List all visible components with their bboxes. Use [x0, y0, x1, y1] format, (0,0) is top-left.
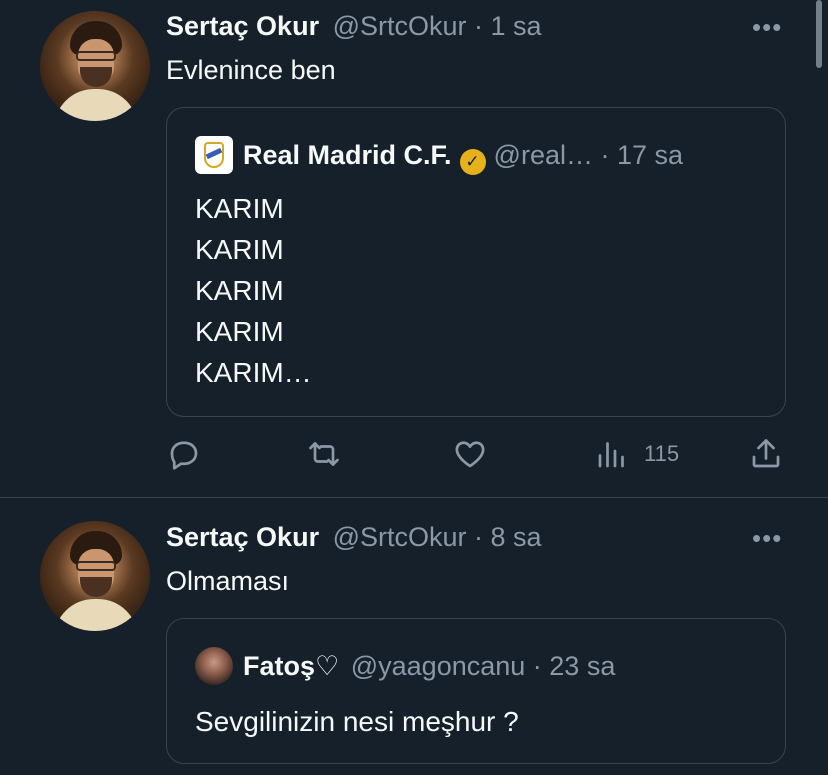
more-options-icon[interactable]: •••: [752, 12, 782, 43]
quote-time: 17 sa: [616, 140, 684, 170]
views-count: 115: [644, 441, 680, 466]
quote-text: KARIM KARIM KARIM KARIM KARIM…: [195, 193, 312, 388]
like-button[interactable]: [452, 432, 488, 476]
quote-time: 23 sa: [549, 651, 616, 681]
retweet-button[interactable]: [306, 432, 342, 476]
like-icon: [455, 441, 485, 468]
avatar-beard: [80, 67, 112, 87]
author-handle[interactable]: @SrtcOkur: [333, 522, 467, 552]
quote-author-name: Real Madrid C.F.: [243, 140, 452, 170]
tweet-time[interactable]: 8 sa: [491, 522, 542, 552]
quote-avatar: [195, 647, 233, 685]
avatar[interactable]: [40, 11, 150, 121]
views-icon: [598, 442, 624, 468]
views-button[interactable]: 115: [594, 432, 679, 476]
separator-dot: ·: [525, 651, 550, 681]
tweet-time[interactable]: 1 sa: [491, 11, 542, 41]
more-options-icon[interactable]: •••: [752, 523, 782, 554]
separator-dot: ·: [466, 11, 491, 41]
reply-button[interactable]: [166, 432, 202, 476]
quote-author-handle: @real…: [493, 140, 593, 170]
quote-header: Fatoş♡ @yaagoncanu · 23 sa: [243, 650, 615, 682]
tweet-header: Sertaç Okur @SrtcOkur · 8 sa: [166, 521, 542, 553]
quote-header: Real Madrid C.F. ✓ @real… · 17 sa: [243, 139, 683, 175]
tweet-text: Olmaması: [166, 566, 290, 596]
tweet-actions: 115: [0, 432, 828, 476]
tweet-1[interactable]: Sertaç Okur @SrtcOkur · 1 sa ••• Evlenin…: [0, 0, 828, 497]
author-name[interactable]: Sertaç Okur: [166, 522, 319, 552]
tweet-text: Evlenince ben: [166, 55, 336, 85]
avatar-glasses: [76, 51, 116, 61]
avatar-glasses: [76, 561, 116, 571]
tweet-header: Sertaç Okur @SrtcOkur · 1 sa: [166, 10, 542, 42]
quote-text: Sevgilinizin nesi meşhur ?: [195, 706, 519, 737]
reply-icon: [170, 441, 198, 470]
avatar-shirt: [54, 599, 138, 631]
quoted-tweet[interactable]: Real Madrid C.F. ✓ @real… · 17 sa KARIM KA…: [166, 107, 786, 417]
avatar-beard: [80, 577, 112, 597]
author-name[interactable]: Sertaç Okur: [166, 11, 319, 41]
quote-author-name: Fatoş♡: [243, 651, 340, 681]
share-icon: [752, 439, 780, 468]
separator-dot: ·: [466, 522, 491, 552]
real-madrid-logo-icon: [195, 136, 233, 174]
avatar[interactable]: [40, 521, 150, 631]
avatar-shirt: [54, 89, 138, 121]
quoted-tweet[interactable]: Fatoş♡ @yaagoncanu · 23 sa Sevgilinizin …: [166, 618, 786, 764]
author-handle[interactable]: @SrtcOkur: [333, 11, 467, 41]
scrollbar[interactable]: [816, 0, 822, 68]
tweet-2[interactable]: Sertaç Okur @SrtcOkur · 8 sa ••• Olmamas…: [0, 498, 828, 775]
share-button[interactable]: [748, 432, 784, 476]
retweet-icon: [309, 442, 339, 466]
separator-dot: ·: [592, 140, 617, 170]
quote-author-handle: @yaagoncanu: [350, 651, 526, 681]
verified-badge-icon: ✓: [459, 149, 486, 175]
